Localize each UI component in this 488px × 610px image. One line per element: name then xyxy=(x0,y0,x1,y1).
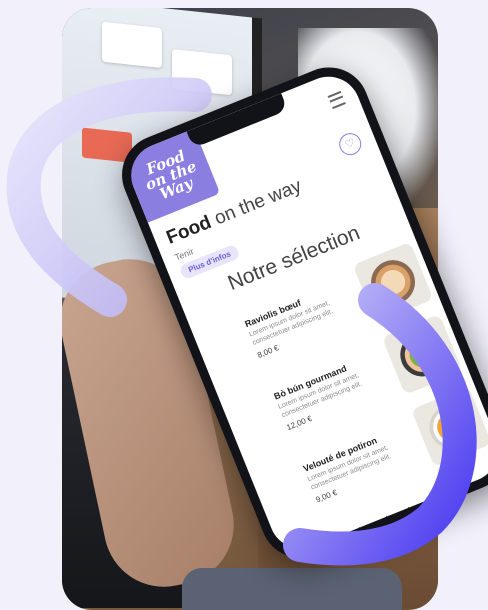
monitor-card xyxy=(102,21,162,68)
sleeve xyxy=(182,568,402,610)
favorite-heart-icon[interactable]: ♡ xyxy=(335,129,365,159)
monitor-card xyxy=(172,49,232,96)
ravioli-plate xyxy=(364,253,422,311)
soup-bowl xyxy=(422,398,481,456)
menu-icon[interactable] xyxy=(327,90,346,110)
title-bold: Food xyxy=(163,211,215,249)
title-rest: on the way xyxy=(206,175,305,232)
bobun-bowl xyxy=(393,325,451,384)
